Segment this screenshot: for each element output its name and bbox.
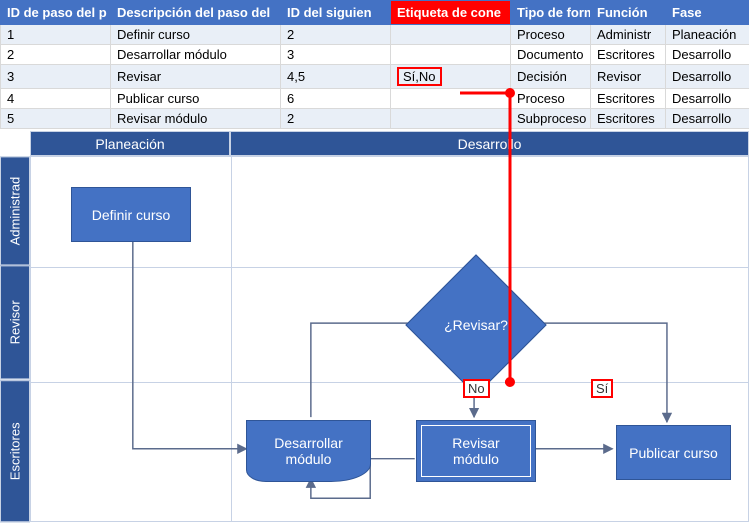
- table-row: 1 Definir curso 2 Proceso Administr Plan…: [1, 25, 749, 45]
- cell-next: 2: [281, 25, 391, 45]
- cell-func: Escritores: [591, 109, 666, 129]
- col-shape-type: Tipo de form: [511, 1, 591, 25]
- cell-func: Revisor: [591, 65, 666, 89]
- node-publish-course[interactable]: Publicar curso: [616, 425, 731, 480]
- cell-conn: [391, 45, 511, 65]
- node-develop-module[interactable]: Desarrollar módulo: [246, 420, 371, 482]
- swimlane-diagram: Planeación Desarrollo Administrad Reviso…: [0, 129, 749, 522]
- cell-desc: Revisar: [111, 65, 281, 89]
- cell-next: 6: [281, 89, 391, 109]
- table-row: 4 Publicar curso 6 Proceso Escritores De…: [1, 89, 749, 109]
- cell-type: Documento: [511, 45, 591, 65]
- node-review-decision[interactable]: [405, 254, 546, 395]
- cell-next: 3: [281, 45, 391, 65]
- table-header-row: ID de paso del p Descripción del paso de…: [1, 1, 749, 25]
- phase-dev: Desarrollo: [230, 131, 749, 156]
- lane-reviewer: Revisor: [0, 265, 30, 379]
- col-connector-label: Etiqueta de cone: [391, 1, 511, 25]
- lane-body: Definir curso Desarrollar módulo ¿Revisa…: [30, 156, 749, 522]
- highlighted-cell: Sí,No: [397, 67, 442, 86]
- cell-id: 4: [1, 89, 111, 109]
- node-review-module-label: Revisar módulo: [452, 435, 499, 467]
- cell-phase: Planeación: [666, 25, 749, 45]
- cell-func: Administr: [591, 25, 666, 45]
- cell-conn: [391, 89, 511, 109]
- cell-type: Decisión: [511, 65, 591, 89]
- table-row: 5 Revisar módulo 2 Subproceso Escritores…: [1, 109, 749, 129]
- lane-writers: Escritores: [0, 380, 30, 522]
- cell-conn: [391, 109, 511, 129]
- cell-func: Escritores: [591, 45, 666, 65]
- lane-labels: Administrad Revisor Escritores: [0, 156, 30, 522]
- node-review-module[interactable]: Revisar módulo: [416, 420, 536, 482]
- cell-phase: Desarrollo: [666, 45, 749, 65]
- lane-admin: Administrad: [0, 156, 30, 265]
- cell-type: Proceso: [511, 25, 591, 45]
- cell-func: Escritores: [591, 89, 666, 109]
- table-row: 2 Desarrollar módulo 3 Documento Escrito…: [1, 45, 749, 65]
- cell-type: Subproceso: [511, 109, 591, 129]
- edge-label-no: No: [463, 379, 490, 398]
- phase-plan: Planeación: [30, 131, 230, 156]
- cell-desc: Publicar curso: [111, 89, 281, 109]
- col-step-id: ID de paso del p: [1, 1, 111, 25]
- col-phase: Fase: [666, 1, 749, 25]
- node-develop-module-label: Desarrollar módulo: [274, 435, 342, 467]
- cell-conn: Sí,No: [391, 65, 511, 89]
- process-table: ID de paso del p Descripción del paso de…: [0, 0, 749, 129]
- col-description: Descripción del paso del: [111, 1, 281, 25]
- table-row: 3 Revisar 4,5 Sí,No Decisión Revisor Des…: [1, 65, 749, 89]
- cell-next: 4,5: [281, 65, 391, 89]
- phase-header: Planeación Desarrollo: [30, 131, 749, 156]
- cell-type: Proceso: [511, 89, 591, 109]
- cell-desc: Definir curso: [111, 25, 281, 45]
- cell-phase: Desarrollo: [666, 89, 749, 109]
- cell-next: 2: [281, 109, 391, 129]
- cell-phase: Desarrollo: [666, 65, 749, 89]
- cell-id: 1: [1, 25, 111, 45]
- cell-desc: Desarrollar módulo: [111, 45, 281, 65]
- cell-id: 2: [1, 45, 111, 65]
- cell-conn: [391, 25, 511, 45]
- col-function: Función: [591, 1, 666, 25]
- edge-label-yes: Sí: [591, 379, 613, 398]
- cell-id: 5: [1, 109, 111, 129]
- cell-phase: Desarrollo: [666, 109, 749, 129]
- cell-id: 3: [1, 65, 111, 89]
- node-define-course[interactable]: Definir curso: [71, 187, 191, 242]
- col-next-id: ID del siguien: [281, 1, 391, 25]
- cell-desc: Revisar módulo: [111, 109, 281, 129]
